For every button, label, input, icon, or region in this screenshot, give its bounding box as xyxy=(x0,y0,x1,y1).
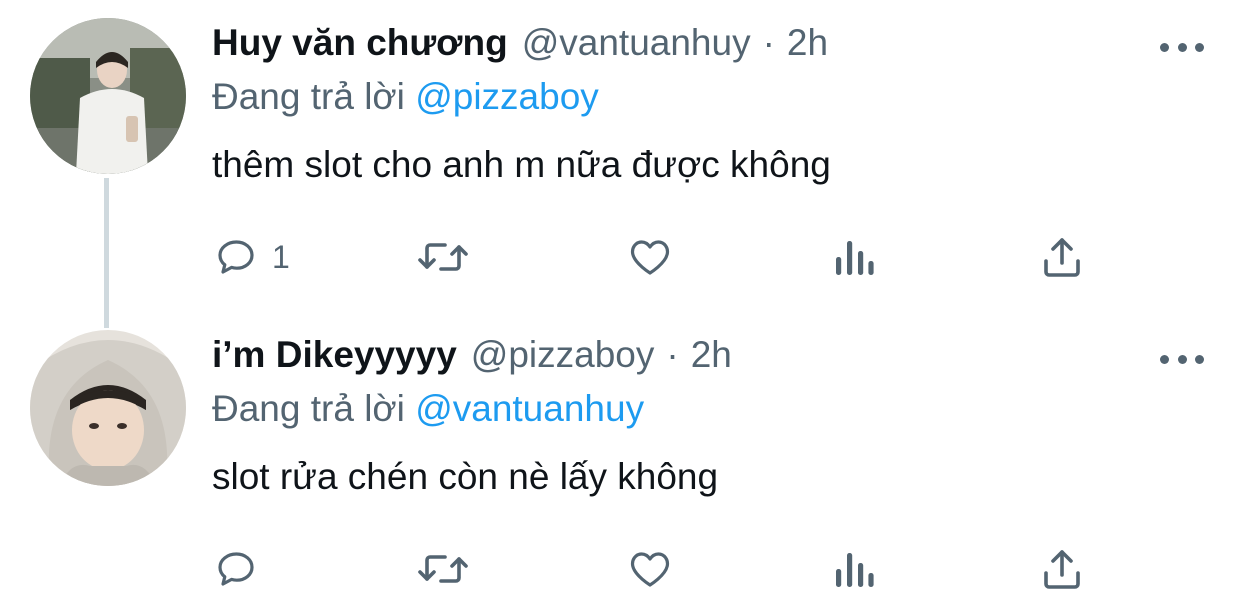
like-button[interactable] xyxy=(625,232,675,282)
like-icon xyxy=(625,233,675,281)
avatar[interactable] xyxy=(30,18,186,174)
display-name[interactable]: i’m Dikeyyyyy xyxy=(212,334,457,376)
share-button[interactable] xyxy=(1040,232,1084,282)
timestamp[interactable]: 2h xyxy=(787,22,828,64)
reply-icon xyxy=(212,545,260,593)
views-button[interactable] xyxy=(832,544,876,594)
reply-count: 1 xyxy=(272,238,290,275)
retweet-button[interactable] xyxy=(415,232,471,282)
reply-icon xyxy=(212,233,260,281)
tweet-header: Huy văn chương @vantuanhuy · 2h xyxy=(212,22,828,70)
display-name[interactable]: Huy văn chương xyxy=(212,22,508,64)
tweet-text: slot rửa chén còn nè lấy không xyxy=(212,456,719,497)
retweet-icon xyxy=(415,233,471,281)
tweet-header: i’m Dikeyyyyy @pizzaboy · 2h xyxy=(212,334,732,382)
more-dots-icon[interactable] xyxy=(1160,354,1204,364)
tweet-text: thêm slot cho anh m nữa được không xyxy=(212,144,831,185)
share-icon xyxy=(1040,233,1084,281)
timestamp[interactable]: 2h xyxy=(691,334,732,376)
reply-button[interactable]: 1 xyxy=(212,232,290,282)
replying-to-label: Đang trả lời xyxy=(212,388,405,429)
mention-link[interactable]: @vantuanhuy xyxy=(415,388,644,429)
replying-to-label: Đang trả lời xyxy=(212,76,405,117)
retweet-button[interactable] xyxy=(415,544,471,594)
user-handle[interactable]: @pizzaboy xyxy=(471,334,655,376)
user-handle[interactable]: @vantuanhuy xyxy=(522,22,751,64)
views-icon xyxy=(832,233,876,281)
separator-dot: · xyxy=(762,22,775,63)
share-button[interactable] xyxy=(1040,544,1084,594)
retweet-icon xyxy=(415,545,471,593)
replying-to: Đang trả lời @vantuanhuy xyxy=(212,388,644,430)
tweet[interactable]: i’m Dikeyyyyy @pizzaboy · 2h Đang trả lờ… xyxy=(0,312,1242,609)
avatar[interactable] xyxy=(30,330,186,486)
replying-to: Đang trả lời @pizzaboy xyxy=(212,76,599,118)
tweet[interactable]: Huy văn chương @vantuanhuy · 2h Đang trả… xyxy=(0,0,1242,310)
mention-link[interactable]: @pizzaboy xyxy=(415,76,599,117)
like-icon xyxy=(625,545,675,593)
views-button[interactable] xyxy=(832,232,876,282)
share-icon xyxy=(1040,545,1084,593)
reply-button[interactable] xyxy=(212,544,272,594)
tweet-actions: 1 xyxy=(212,232,1112,282)
like-button[interactable] xyxy=(625,544,675,594)
tweet-actions xyxy=(212,544,1112,594)
separator-dot: · xyxy=(666,334,679,375)
views-icon xyxy=(832,545,876,593)
more-dots-icon[interactable] xyxy=(1160,42,1204,52)
